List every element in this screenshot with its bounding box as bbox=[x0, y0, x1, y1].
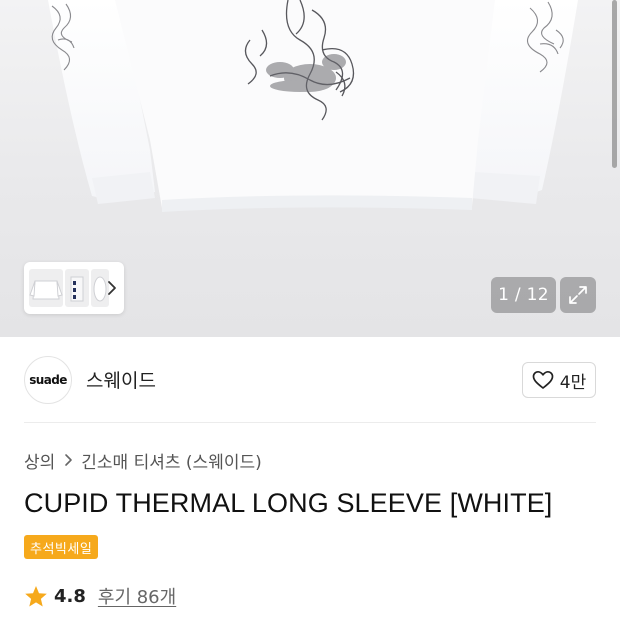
like-count: 4만 bbox=[559, 372, 587, 393]
page-scrollbar[interactable] bbox=[612, 0, 617, 168]
product-title: CUPID THERMAL LONG SLEEVE [WHITE] bbox=[24, 488, 553, 518]
expand-icon bbox=[569, 286, 587, 304]
chevron-right-icon bbox=[65, 454, 73, 466]
breadcrumb: 상의 긴소매 티셔츠 (스웨이드) bbox=[24, 448, 262, 473]
breadcrumb-item-category[interactable]: 상의 bbox=[24, 448, 55, 473]
brand-row: suade 스웨이드 4만 bbox=[0, 337, 620, 423]
like-button[interactable]: 4만 bbox=[522, 362, 596, 398]
image-counter: 1 / 12 bbox=[491, 277, 556, 313]
thumbnail-2[interactable] bbox=[65, 269, 89, 307]
rating-summary[interactable]: 4.8 후기 86개 bbox=[24, 583, 176, 609]
section-divider bbox=[24, 422, 596, 423]
brand-logo[interactable]: suade bbox=[24, 356, 72, 404]
product-image-carousel[interactable]: 1 / 12 bbox=[0, 0, 620, 337]
review-count-link[interactable]: 후기 86개 bbox=[98, 583, 176, 609]
thumbnail-1[interactable] bbox=[29, 269, 63, 307]
breadcrumb-item-subcategory[interactable]: 긴소매 티셔츠 (스웨이드) bbox=[81, 448, 261, 473]
thumbnail-strip[interactable] bbox=[24, 262, 124, 314]
chevron-right-icon[interactable] bbox=[104, 278, 120, 298]
sale-badge: 추석빅세일 bbox=[24, 535, 99, 559]
star-icon bbox=[25, 585, 47, 606]
expand-button[interactable] bbox=[560, 277, 596, 313]
brand-name[interactable]: 스웨이드 bbox=[86, 366, 156, 393]
rating-value: 4.8 bbox=[54, 585, 86, 607]
heart-outline-icon bbox=[532, 370, 554, 389]
